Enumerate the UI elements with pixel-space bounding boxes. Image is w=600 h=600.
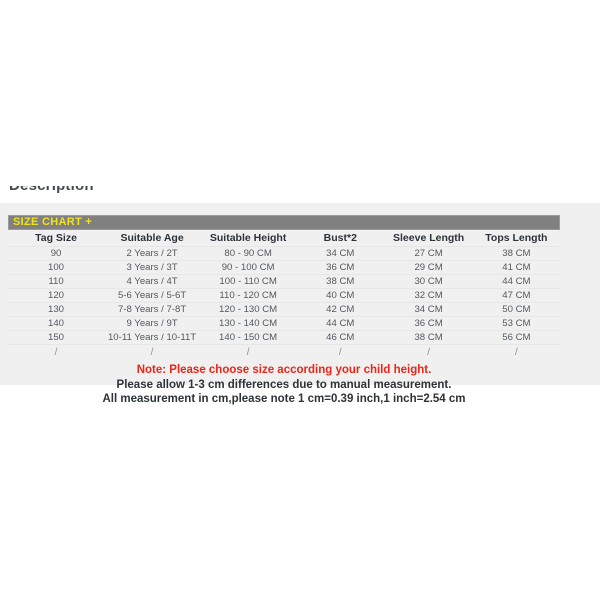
note-line-height: Note: Please choose size according your … xyxy=(136,364,432,376)
size-chart-banner-label: SIZE CHART + xyxy=(13,216,93,228)
description-heading-clipped: Description xyxy=(0,186,600,203)
table-header-row: Tag Size Suitable Age Suitable Height Bu… xyxy=(8,231,560,247)
size-chart-banner[interactable]: SIZE CHART + xyxy=(8,215,560,230)
product-description-page: Description SIZE CHART + Tag Size Suitab… xyxy=(0,0,600,600)
column-header-tops-length: Tops Length xyxy=(485,232,548,244)
table-row: 100 3 Years / 3T 90 - 100 CM 36 CM 29 CM… xyxy=(8,260,560,275)
cell-tag-size: / xyxy=(8,344,105,360)
cell-suitable-height: 100 - 110 CM xyxy=(200,274,297,289)
note-line-units: All measurement in cm,please note 1 cm=0… xyxy=(102,393,466,405)
cell-tops-length: 44 CM xyxy=(472,274,560,289)
cell-bust: / xyxy=(296,344,385,360)
size-chart-panel-inner: SIZE CHART + Tag Size Suitable Age Suita… xyxy=(8,215,560,407)
cell-tops-length: 56 CM xyxy=(472,330,560,345)
cell-tag-size: 90 xyxy=(8,246,105,261)
cell-tag-size: 150 xyxy=(8,330,105,345)
cell-sleeve-length: / xyxy=(384,344,473,360)
size-chart-panel: SIZE CHART + Tag Size Suitable Age Suita… xyxy=(0,203,600,405)
cell-suitable-height: 130 - 140 CM xyxy=(200,316,297,331)
table-row: 130 7-8 Years / 7-8T 120 - 130 CM 42 CM … xyxy=(8,302,560,317)
cell-bust: 46 CM xyxy=(296,330,385,345)
cell-suitable-age: 9 Years / 9T xyxy=(104,316,201,331)
cell-sleeve-length: 27 CM xyxy=(384,246,473,261)
cell-bust: 34 CM xyxy=(296,246,385,261)
column-header-suitable-age: Suitable Age xyxy=(120,232,184,244)
cell-suitable-age: 10-11 Years / 10-11T xyxy=(104,330,201,345)
cell-suitable-height: 140 - 150 CM xyxy=(200,330,297,345)
cell-tops-length: 41 CM xyxy=(472,260,560,275)
cell-sleeve-length: 34 CM xyxy=(384,302,473,317)
cell-suitable-age: 4 Years / 4T xyxy=(104,274,201,289)
cell-suitable-height: / xyxy=(200,344,297,360)
size-chart-notes: Note: Please choose size according your … xyxy=(8,360,560,407)
column-header-tag-size: Tag Size xyxy=(35,232,77,244)
cell-tag-size: 140 xyxy=(8,316,105,331)
table-row: 140 9 Years / 9T 130 - 140 CM 44 CM 36 C… xyxy=(8,316,560,331)
description-heading-text: Description xyxy=(9,186,94,194)
cell-sleeve-length: 38 CM xyxy=(384,330,473,345)
cell-tag-size: 130 xyxy=(8,302,105,317)
table-row: 150 10-11 Years / 10-11T 140 - 150 CM 46… xyxy=(8,330,560,345)
size-chart-table-head: Tag Size Suitable Age Suitable Height Bu… xyxy=(8,231,560,247)
cell-suitable-height: 90 - 100 CM xyxy=(200,260,297,275)
table-row: 120 5-6 Years / 5-6T 110 - 120 CM 40 CM … xyxy=(8,288,560,303)
size-chart-table-body: 90 2 Years / 2T 80 - 90 CM 34 CM 27 CM 3… xyxy=(8,246,560,360)
cell-bust: 36 CM xyxy=(296,260,385,275)
cell-sleeve-length: 29 CM xyxy=(384,260,473,275)
cell-suitable-age: 3 Years / 3T xyxy=(104,260,201,275)
table-row: 110 4 Years / 4T 100 - 110 CM 38 CM 30 C… xyxy=(8,274,560,289)
cell-suitable-age: / xyxy=(104,344,201,360)
cell-tops-length: 53 CM xyxy=(472,316,560,331)
cell-bust: 40 CM xyxy=(296,288,385,303)
cell-tops-length: 38 CM xyxy=(472,246,560,261)
cell-bust: 42 CM xyxy=(296,302,385,317)
column-header-sleeve-length: Sleeve Length xyxy=(393,232,465,244)
size-chart-table: Tag Size Suitable Age Suitable Height Bu… xyxy=(8,231,560,360)
note-line-tolerance: Please allow 1-3 cm differences due to m… xyxy=(116,378,452,391)
cell-tops-length: 47 CM xyxy=(472,288,560,303)
cell-bust: 38 CM xyxy=(296,274,385,289)
cell-sleeve-length: 32 CM xyxy=(384,288,473,303)
cell-tag-size: 110 xyxy=(8,274,105,289)
cell-bust: 44 CM xyxy=(296,316,385,331)
cell-suitable-height: 80 - 90 CM xyxy=(200,246,297,261)
cell-suitable-age: 7-8 Years / 7-8T xyxy=(104,302,201,317)
cell-tops-length: 50 CM xyxy=(472,302,560,317)
table-row: / / / / / / xyxy=(8,344,560,360)
table-row: 90 2 Years / 2T 80 - 90 CM 34 CM 27 CM 3… xyxy=(8,246,560,261)
cell-sleeve-length: 36 CM xyxy=(384,316,473,331)
cell-suitable-age: 5-6 Years / 5-6T xyxy=(104,288,201,303)
cell-tag-size: 120 xyxy=(8,288,105,303)
cell-tops-length: / xyxy=(472,344,560,360)
cell-sleeve-length: 30 CM xyxy=(384,274,473,289)
cell-suitable-age: 2 Years / 2T xyxy=(104,246,201,261)
cell-suitable-height: 120 - 130 CM xyxy=(200,302,297,317)
cell-tag-size: 100 xyxy=(8,260,105,275)
column-header-bust: Bust*2 xyxy=(323,232,357,244)
column-header-suitable-height: Suitable Height xyxy=(209,232,287,244)
cell-suitable-height: 110 - 120 CM xyxy=(200,288,297,303)
